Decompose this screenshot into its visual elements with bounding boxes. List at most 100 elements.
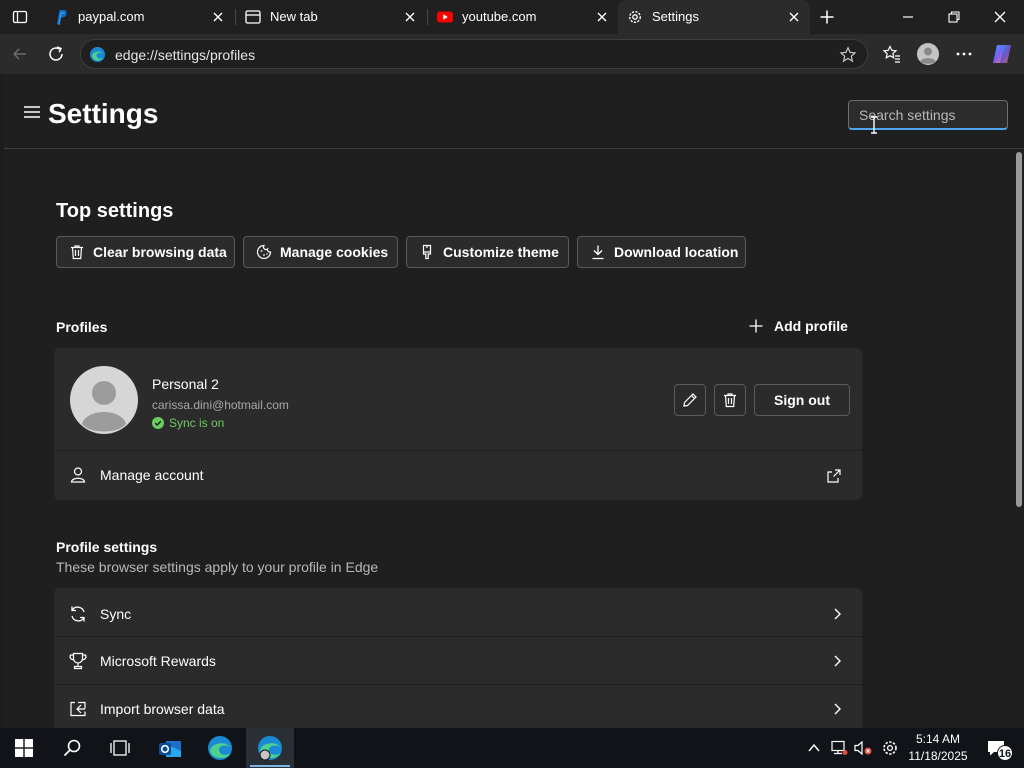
chevron-right-icon [834,703,841,715]
plus-icon [820,10,834,24]
more-dots-icon [956,52,972,56]
clock-date[interactable]: 11/18/2025 [906,749,970,763]
download-icon [592,245,604,260]
minimize-button[interactable] [894,3,922,31]
add-profile-label: Add profile [774,318,848,334]
button-label: Manage cookies [280,244,389,260]
tab-title: paypal.com [78,9,145,24]
url-text: edge://settings/profiles [115,47,256,63]
settings-row-import-browser-data[interactable]: Import browser data [54,685,862,728]
tab-title: Settings [652,9,699,24]
settings-row-microsoft-rewards[interactable]: Microsoft Rewards [54,637,862,684]
sync-icon [71,606,85,622]
browser-toolbar: edge://settings/profiles [0,34,1024,74]
tab-settings[interactable]: Settings [618,0,810,34]
chevron-up-icon [808,743,820,752]
clear-browsing-data-button[interactable]: Clear browsing data [56,236,235,268]
newtab-icon [245,10,261,24]
start-button[interactable] [2,728,46,768]
button-label: Download location [614,244,739,260]
avatar [70,366,138,434]
row-label: Microsoft Rewards [100,653,216,669]
copilot-button[interactable] [988,40,1016,68]
new-tab-button[interactable] [813,3,841,31]
minimize-icon [903,16,913,18]
tab-actions-button[interactable] [6,3,34,31]
manage-account-row[interactable]: Manage account [54,451,862,500]
close-icon[interactable] [210,9,226,25]
more-options-button[interactable] [950,40,978,68]
refresh-button[interactable] [42,40,70,68]
edge-window-button[interactable] [246,728,294,768]
scrollbar-thumb[interactable] [1016,152,1022,507]
search-button[interactable] [50,728,94,768]
text-cursor-icon [871,116,877,134]
profile-settings-subtitle: These browser settings apply to your pro… [56,559,379,575]
person-icon [70,467,86,483]
download-location-button[interactable]: Download location [577,236,746,268]
manage-account-label: Manage account [100,467,204,483]
tab-youtube[interactable]: youtube.com [428,0,618,34]
back-button[interactable] [6,40,34,68]
gear-icon [628,10,642,24]
trophy-icon [69,652,87,670]
task-view-button[interactable] [98,728,142,768]
favorite-star-icon[interactable] [839,46,857,64]
restore-icon [948,11,960,23]
add-profile-button[interactable]: Add profile [748,316,848,336]
clock-time[interactable]: 5:14 AM [906,732,970,746]
button-label: Clear browsing data [93,244,227,260]
edit-profile-button[interactable] [674,384,706,416]
settings-header: Settings [4,74,1024,149]
plus-icon [749,319,763,333]
notifications-button[interactable]: 16 [976,728,1016,768]
outlook-icon [159,741,181,757]
edge-logo-icon [90,47,105,62]
import-icon [70,701,86,717]
tab-paypal[interactable]: paypal.com [44,0,234,34]
trash-icon [71,245,83,260]
profile-card: Personal 2 carissa.dini@hotmail.com Sync… [54,348,862,500]
close-icon[interactable] [402,9,418,25]
close-icon [994,11,1006,23]
delete-profile-button[interactable] [714,384,746,416]
windows-logo-icon [15,739,33,757]
youtube-icon [437,11,453,23]
network-button[interactable] [826,728,852,768]
close-icon[interactable] [786,9,802,25]
tab-new-tab[interactable]: New tab [236,0,426,34]
address-bar[interactable]: edge://settings/profiles [80,39,868,69]
settings-menu-button[interactable] [18,98,46,126]
restore-button[interactable] [940,3,968,31]
scrollbar[interactable] [1016,152,1022,722]
edge-app-button[interactable] [198,728,242,768]
gear-icon [883,741,897,755]
row-label: Import browser data [100,701,225,717]
hamburger-icon [24,106,40,118]
manage-cookies-button[interactable]: Manage cookies [243,236,398,268]
profile-button[interactable] [914,40,942,68]
tab-title: youtube.com [462,9,537,24]
show-hidden-icons-button[interactable] [800,728,828,768]
tab-title: New tab [270,9,318,24]
favorites-button[interactable] [878,40,906,68]
paypal-icon [57,10,67,26]
settings-page: Settings Top settings Clear browsing dat… [4,74,1024,728]
sync-status-text: Sync is on [169,416,225,430]
favorites-icon [882,45,900,63]
top-settings-title: Top settings [56,200,174,222]
back-arrow-icon [12,48,26,60]
customize-theme-button[interactable]: Customize theme [406,236,569,268]
profile-settings-title: Profile settings [56,539,158,555]
settings-row-sync[interactable]: Sync [54,588,862,636]
outlook-app-button[interactable] [148,728,192,768]
search-icon [63,739,81,757]
window-close-button[interactable] [986,3,1014,31]
brush-icon [422,244,432,260]
edge-icon [208,736,232,760]
sign-out-button[interactable]: Sign out [754,384,850,416]
volume-button[interactable] [850,728,876,768]
network-icon [831,740,848,755]
close-icon[interactable] [594,9,610,25]
settings-tray-button[interactable] [876,728,904,768]
